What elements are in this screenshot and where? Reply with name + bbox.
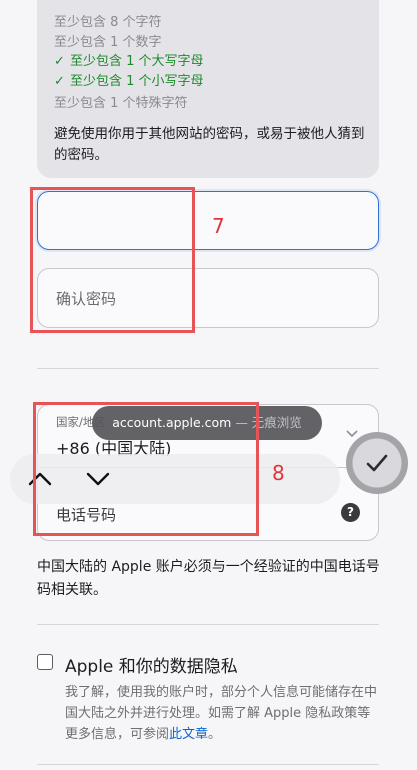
phone-requirement-note: 中国大陆的 Apple 账户必须与一个经验证的中国电话号码相关联。 bbox=[37, 559, 380, 598]
form-navigation-bar bbox=[10, 454, 340, 504]
annotation-label-7: 7 bbox=[212, 214, 225, 238]
phone-placeholder: 电话号码 bbox=[56, 506, 117, 524]
requirement-item: 至少包含 1 个数字 bbox=[54, 35, 162, 50]
checkmark-icon: ✓ bbox=[54, 74, 65, 89]
divider bbox=[37, 624, 379, 625]
chevron-down-icon bbox=[346, 430, 358, 438]
chevron-down-icon[interactable] bbox=[83, 466, 113, 492]
confirm-password-placeholder: 确认密码 bbox=[56, 290, 117, 308]
divider bbox=[37, 764, 379, 765]
requirement-item: 至少包含 1 个特殊字符 bbox=[54, 96, 188, 111]
url-toast: account.apple.com — 无痕浏览 bbox=[92, 406, 322, 440]
requirement-item: ✓ 至少包含 1 个小写字母 bbox=[54, 74, 204, 89]
confirm-password-field[interactable]: 确认密码 bbox=[37, 268, 379, 328]
chevron-up-icon[interactable] bbox=[25, 466, 55, 492]
privacy-article-link[interactable]: 此文章 bbox=[169, 727, 208, 742]
done-button[interactable] bbox=[346, 432, 408, 494]
password-field[interactable] bbox=[37, 191, 379, 250]
checkmark-icon bbox=[366, 454, 388, 472]
divider bbox=[37, 368, 379, 369]
privacy-description: 我了解，使用我的账户时，部分个人信息可能储存在中国大陆之外并进行处理。如需了解 … bbox=[65, 685, 378, 742]
toast-domain: account.apple.com bbox=[112, 415, 232, 430]
privacy-title: Apple 和你的数据隐私 bbox=[65, 657, 238, 677]
annotation-label-8: 8 bbox=[272, 461, 285, 485]
requirement-item: ✓ 至少包含 1 个大写字母 bbox=[54, 54, 204, 69]
toast-mode: — 无痕浏览 bbox=[235, 415, 302, 430]
privacy-consent-checkbox[interactable] bbox=[37, 654, 53, 670]
requirements-note: 避免使用你用于其他网站的密码，或易于被他人猜到的密码。 bbox=[54, 126, 365, 163]
help-icon[interactable]: ? bbox=[341, 503, 360, 522]
requirement-item: 至少包含 8 个字符 bbox=[54, 15, 162, 30]
checkmark-icon: ✓ bbox=[54, 54, 65, 69]
